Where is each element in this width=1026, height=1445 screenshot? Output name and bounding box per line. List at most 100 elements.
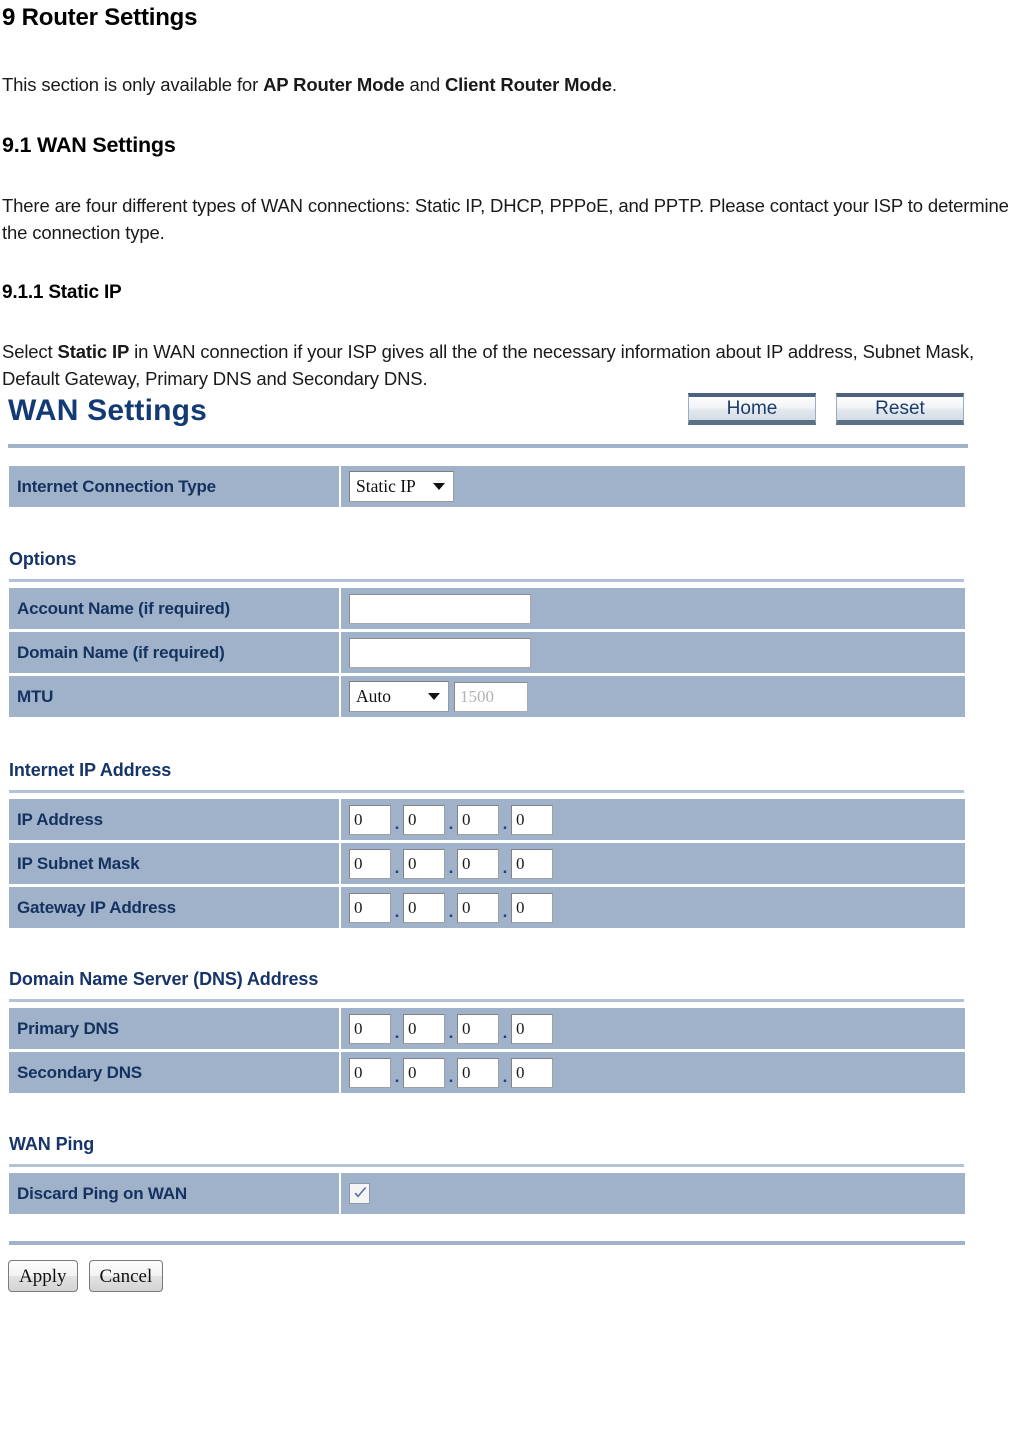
row-label-mtu: MTU	[9, 676, 341, 717]
gateway-ip-octet-3[interactable]	[457, 892, 499, 923]
section-divider	[9, 999, 964, 1002]
octet-separator: .	[394, 814, 400, 833]
row-label-domain-name: Domain Name (if required)	[9, 632, 341, 673]
section-title-internet-ip-address: Internet IP Address	[9, 760, 172, 780]
intro-bold-ap-router-mode: AP Router Mode	[263, 74, 405, 95]
octet-separator: .	[394, 1023, 400, 1042]
wan-ping-rows: Discard Ping on WAN	[0, 1173, 1026, 1214]
gateway-ip-octet-4[interactable]	[511, 892, 553, 923]
ip-subnet-mask-octet-1[interactable]	[349, 848, 391, 879]
intro-paragraph: This section is only available for AP Ro…	[2, 71, 1024, 98]
checkmark-icon	[354, 1187, 367, 1198]
octet-separator: .	[448, 902, 454, 921]
ip-subnet-mask-octets: . . .	[349, 844, 553, 883]
internet-connection-type-select[interactable]: Static IP	[349, 471, 454, 502]
row-label-primary-dns: Primary DNS	[9, 1008, 341, 1049]
table-row: Gateway IP Address . . .	[9, 887, 965, 928]
secondary-dns-octets: . . .	[349, 1053, 553, 1092]
mtu-mode-value: Auto	[356, 686, 391, 706]
gateway-ip-octet-2[interactable]	[403, 892, 445, 923]
section-heading-static-ip: 9.1.1 Static IP	[2, 282, 122, 303]
primary-dns-octet-1[interactable]	[349, 1013, 391, 1044]
home-button[interactable]: Home	[688, 393, 816, 425]
dns-rows: Primary DNS . . . Secondary DNS .	[0, 1008, 1026, 1093]
ip-subnet-mask-octet-2[interactable]	[403, 848, 445, 879]
ip-address-octet-1[interactable]	[349, 804, 391, 835]
octet-separator: .	[448, 1067, 454, 1086]
row-label-ip-address: IP Address	[9, 799, 341, 840]
section-divider	[9, 579, 964, 582]
static-ip-text-after: in WAN connection if your ISP gives all …	[2, 341, 974, 389]
reset-button[interactable]: Reset	[836, 393, 964, 425]
table-row: Internet Connection Type Static IP	[9, 466, 965, 507]
octet-separator: .	[502, 814, 508, 833]
table-row: MTU Auto	[9, 676, 965, 717]
panel-header-buttons: Home Reset	[688, 393, 964, 425]
secondary-dns-octet-1[interactable]	[349, 1057, 391, 1088]
section-title-dns-address: Domain Name Server (DNS) Address	[9, 969, 319, 989]
footer-divider	[9, 1241, 965, 1245]
secondary-dns-octet-2[interactable]	[403, 1057, 445, 1088]
panel-title: WAN Settings	[8, 394, 208, 427]
row-value: . . .	[341, 843, 965, 884]
paragraph-static-ip: Select Static IP in WAN connection if yo…	[2, 338, 1024, 392]
section-divider	[9, 790, 964, 793]
gateway-ip-address-octets: . . .	[349, 888, 553, 927]
table-row: Discard Ping on WAN	[9, 1173, 965, 1214]
account-name-input[interactable]	[349, 593, 531, 624]
ip-address-octet-3[interactable]	[457, 804, 499, 835]
ip-address-octets: . . .	[349, 800, 553, 839]
apply-button[interactable]: Apply	[8, 1260, 78, 1292]
ip-subnet-mask-octet-3[interactable]	[457, 848, 499, 879]
row-value: . . .	[341, 1052, 965, 1093]
cancel-button[interactable]: Cancel	[88, 1260, 164, 1292]
internet-connection-type-value: Static IP	[356, 476, 416, 496]
secondary-dns-octet-4[interactable]	[511, 1057, 553, 1088]
row-label-secondary-dns: Secondary DNS	[9, 1052, 341, 1093]
section-divider	[9, 1164, 964, 1167]
row-label-discard-ping-on-wan: Discard Ping on WAN	[9, 1173, 341, 1214]
internet-ip-rows: IP Address . . . IP Subnet Mask .	[0, 799, 1026, 928]
static-ip-text-before: Select	[2, 341, 58, 362]
ip-address-octet-2[interactable]	[403, 804, 445, 835]
mtu-value-input[interactable]	[454, 681, 528, 712]
table-row: IP Address . . .	[9, 799, 965, 840]
table-row: Domain Name (if required)	[9, 632, 965, 673]
primary-dns-octets: . . .	[349, 1009, 553, 1048]
document-body: 9 Router Settings This section is only a…	[0, 0, 1026, 392]
octet-separator: .	[502, 858, 508, 877]
options-rows: Account Name (if required) Domain Name (…	[0, 588, 1026, 717]
panel-header: WAN Settings Home Reset	[0, 392, 1026, 440]
section-title-options: Options	[9, 549, 77, 569]
ip-subnet-mask-octet-4[interactable]	[511, 848, 553, 879]
gateway-ip-octet-1[interactable]	[349, 892, 391, 923]
row-value	[341, 588, 965, 629]
section-title-wan-ping: WAN Ping	[9, 1134, 95, 1154]
primary-dns-octet-4[interactable]	[511, 1013, 553, 1044]
row-label-internet-connection-type: Internet Connection Type	[9, 466, 341, 507]
row-label-account-name: Account Name (if required)	[9, 588, 341, 629]
chevron-down-icon	[433, 483, 445, 490]
ip-address-octet-4[interactable]	[511, 804, 553, 835]
page-title: 9 Router Settings	[2, 4, 198, 31]
row-value: Auto	[341, 676, 965, 717]
octet-separator: .	[394, 858, 400, 877]
chevron-down-icon	[428, 693, 440, 700]
footer-buttons: Apply Cancel	[8, 1260, 1026, 1292]
mtu-mode-select[interactable]: Auto	[349, 681, 449, 712]
section-heading-wan-settings: 9.1 WAN Settings	[2, 133, 176, 157]
primary-dns-octet-2[interactable]	[403, 1013, 445, 1044]
paragraph-wan-types: There are four different types of WAN co…	[2, 195, 1009, 243]
octet-separator: .	[394, 902, 400, 921]
discard-ping-on-wan-checkbox[interactable]	[349, 1183, 370, 1204]
row-value: . . .	[341, 1008, 965, 1049]
row-value: . . .	[341, 799, 965, 840]
row-value: . . .	[341, 887, 965, 928]
secondary-dns-octet-3[interactable]	[457, 1057, 499, 1088]
primary-dns-octet-3[interactable]	[457, 1013, 499, 1044]
table-row: Account Name (if required)	[9, 588, 965, 629]
domain-name-input[interactable]	[349, 637, 531, 668]
connection-type-rows: Internet Connection Type Static IP	[0, 466, 1026, 507]
wan-settings-panel: WAN Settings Home Reset Internet Connect…	[0, 392, 1026, 1292]
octet-separator: .	[448, 858, 454, 877]
